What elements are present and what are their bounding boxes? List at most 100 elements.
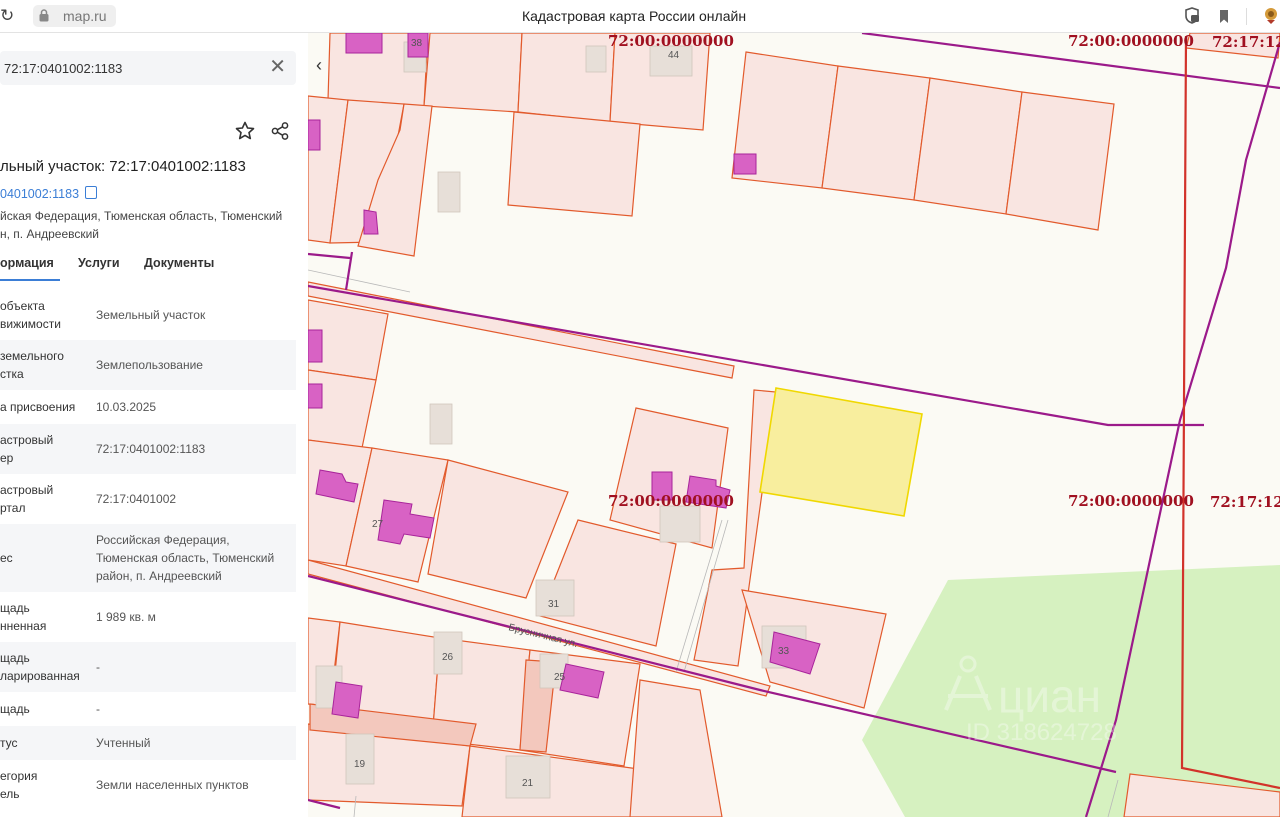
tab-documents[interactable]: Документы	[144, 256, 214, 270]
row-value: 72:17:0401002	[96, 490, 291, 508]
search-value: 72:17:0401002:1183	[4, 61, 123, 76]
parcel[interactable]	[821, 65, 931, 201]
row-label-line: земельного	[0, 349, 64, 363]
building	[345, 33, 383, 54]
table-row: объекта вижимости Земельный участок	[0, 290, 296, 340]
row-label-line: стка	[0, 367, 24, 381]
building	[659, 505, 701, 543]
parcel[interactable]	[423, 33, 523, 113]
row-label: земельного стка	[0, 347, 90, 383]
building	[505, 755, 551, 799]
active-tab-indicator	[0, 279, 60, 281]
row-label: тус	[0, 734, 90, 752]
row-label-line: тус	[0, 736, 18, 750]
cadastral-number-link[interactable]: 0401002:1183	[0, 186, 98, 201]
house-number: 19	[354, 759, 366, 770]
cadastral-number-text: 0401002:1183	[0, 187, 80, 201]
house-number: 44	[668, 50, 680, 61]
search-input[interactable]: 72:17:0401002:1183 ✕	[0, 51, 296, 85]
row-label-line: астровый	[0, 433, 54, 447]
row-label-line: ртал	[0, 501, 26, 515]
cadastral-label: 72:00:0000000	[608, 492, 734, 510]
table-row: астровый ртал 72:17:0401002	[0, 474, 296, 524]
row-value-line: Земельный участок	[96, 308, 206, 322]
parcel[interactable]	[1005, 91, 1115, 231]
info-sidebar: 72:17:0401002:1183 ✕ льный участок: 72:1…	[0, 33, 308, 817]
tab-services[interactable]: Услуги	[78, 256, 120, 270]
cadastral-map[interactable]: 38 44 27 31 26 25 33 19 21 Брусничная ул…	[308, 33, 1280, 817]
row-value: Учтенный	[96, 734, 291, 752]
row-label: щадь	[0, 700, 90, 718]
house-number: 26	[442, 652, 454, 663]
map-canvas[interactable]: 38 44 27 31 26 25 33 19 21 Брусничная ул…	[308, 33, 1280, 817]
toolbar-divider	[1246, 8, 1247, 25]
row-label-line: вижимости	[0, 317, 61, 331]
row-label: щадь ларированная	[0, 649, 90, 685]
house-number: 38	[411, 38, 423, 49]
table-row: щадь -	[0, 692, 296, 726]
row-label-line: егория	[0, 769, 38, 783]
table-row: а присвоения 10.03.2025	[0, 390, 296, 424]
row-label-line: щадь	[0, 702, 30, 716]
house-number: 31	[548, 599, 560, 610]
row-label-line: ларированная	[0, 669, 80, 683]
star-icon[interactable]	[234, 120, 256, 142]
parcel[interactable]	[308, 369, 377, 449]
row-value-line: Учтенный	[96, 736, 151, 750]
tab-bar: ормация Услуги Документы	[0, 254, 300, 282]
row-label: егория ель	[0, 767, 90, 803]
table-row: щадь нненная 1 989 кв. м	[0, 592, 296, 642]
table-row: ес Российская Федерация, Тюменская область…	[0, 524, 296, 592]
parcel[interactable]	[427, 459, 569, 599]
building	[308, 329, 323, 363]
cadastral-label: 72:00:0000000	[1068, 33, 1194, 50]
share-icon[interactable]	[270, 121, 290, 141]
table-row: земельного стка Землепользование	[0, 340, 296, 390]
row-label-line: щадь	[0, 651, 30, 665]
row-value-line: -	[96, 660, 100, 674]
row-value-line: 72:17:0401002	[96, 492, 177, 506]
object-address: йская Федерация, Тюменская область, Тюме…	[0, 207, 300, 243]
row-value-line: район, п. Андреевский	[96, 569, 222, 583]
cadastral-label: 72:17:12	[1212, 33, 1280, 51]
row-label-line: астровый	[0, 483, 54, 497]
boundary-line	[308, 252, 351, 260]
parcel[interactable]	[507, 111, 641, 217]
building	[331, 681, 363, 719]
row-label: астровый ер	[0, 431, 90, 467]
building	[308, 383, 323, 409]
cadastral-label: 72:00:0000000	[1068, 492, 1194, 510]
selected-parcel[interactable]	[759, 387, 923, 517]
building	[429, 403, 453, 445]
parcel[interactable]	[629, 679, 723, 817]
table-row: астровый ер 72:17:0401002:1183	[0, 424, 296, 474]
row-label-line: а присвоения	[0, 400, 76, 414]
row-value: -	[96, 658, 291, 676]
building	[363, 209, 379, 235]
row-value: Земли населенных пунктов	[96, 776, 291, 794]
table-row: тус Учтенный	[0, 726, 296, 760]
row-value-line: Земли населенных пунктов	[96, 778, 249, 792]
close-icon[interactable]: ✕	[269, 57, 286, 77]
table-row: егория ель Земли населенных пунктов	[0, 760, 296, 810]
parcel[interactable]	[913, 77, 1023, 215]
address-line: йская Федерация, Тюменская область, Тюме…	[0, 209, 283, 223]
house-number: 21	[522, 778, 534, 789]
copy-icon[interactable]	[85, 186, 98, 199]
building	[733, 153, 757, 175]
row-value-line: Тюменская область, Тюменский	[96, 551, 275, 565]
house-number: 33	[778, 646, 790, 657]
row-value-line: -	[96, 702, 100, 716]
shield-icon[interactable]	[1182, 6, 1202, 26]
tab-information[interactable]: ормация	[0, 256, 54, 270]
chevron-left-icon[interactable]: ‹	[308, 53, 330, 79]
house-number: 25	[554, 672, 566, 683]
profile-icon[interactable]	[1261, 6, 1280, 26]
row-label-line: ес	[0, 551, 13, 565]
row-label-line: объекта	[0, 299, 45, 313]
watermark-text: циан	[998, 670, 1101, 722]
bookmark-icon[interactable]	[1214, 6, 1234, 26]
cadastral-label: 72:17:12	[1210, 493, 1280, 511]
row-label: щадь нненная	[0, 599, 90, 635]
row-label: а присвоения	[0, 398, 90, 416]
